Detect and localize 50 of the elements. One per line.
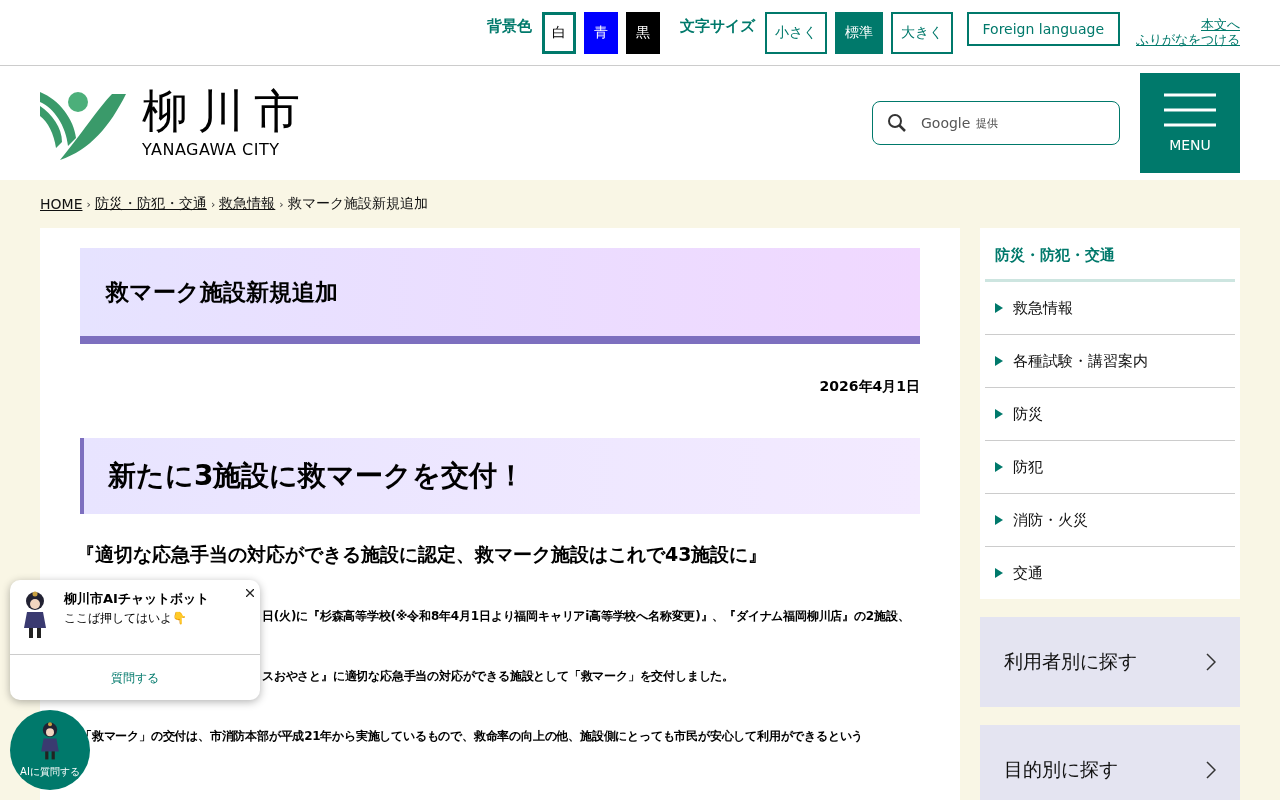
triangle-icon [995,462,1003,472]
finder-link[interactable]: 利用者別に探す [980,617,1240,707]
chatbot-title: 柳川市AIチャットボット [64,590,210,608]
breadcrumb-separator: › [210,197,216,211]
article-subheading: 『適切な応急手当の対応ができる施設に認定、救マーク施設はこれで43施設に』 [76,542,769,567]
side-nav-item[interactable]: 交通 [985,547,1235,599]
ask-button[interactable]: 質問する [105,669,165,688]
background-color-button[interactable]: 白 [541,11,576,54]
breadcrumb-separator: › [279,197,284,211]
background-color-button[interactable]: 青 [583,11,618,54]
search-icon [887,113,907,133]
font-size-label: 文字サイズ [679,17,755,36]
font-size-button[interactable]: 大きく [890,11,953,54]
side-nav-title: 防災・防犯・交通 [985,238,1235,282]
paragraph-line: 日(火)に『杉森高等学校(※令和8年4月1日より福岡キャリアi高等学校へ名称変更)』、『ダイナム福岡柳川店』の2施設、 [262,608,910,624]
current-page-label: 救マーク施設新規追加 [287,195,428,213]
page-title: 救マーク施設新規追加 [106,277,338,307]
side-nav-item[interactable]: 各種試験・講習案内 [985,335,1235,388]
triangle-icon [995,515,1003,525]
logo-subtitle: YANAGAWA CITY [142,139,281,159]
triangle-icon [995,409,1003,419]
breadcrumb-link[interactable]: HOME [40,196,83,212]
triangle-icon [995,568,1003,578]
font-size-button[interactable]: 標準 [834,11,883,54]
side-nav-item[interactable]: 防犯 [985,441,1235,494]
menu-button[interactable]: MENU [1140,73,1240,173]
publish-date: 2026年4月1日 [818,378,920,396]
chevron-icon [1206,761,1216,779]
paragraph-line: スおやさと』に適切な応急手当の対応ができる施設として「救マーク」を交付しました。 [262,668,734,684]
font-size-button[interactable]: 小さく [764,11,827,54]
chatbot-message: ここば押してはいよ👇 [64,610,188,627]
character-icon [38,721,62,761]
chevron-icon [1206,653,1216,671]
breadcrumb-separator: › [86,197,91,211]
logo-title: 柳川市 [142,87,310,134]
close-icon [246,589,254,597]
triangle-icon [995,303,1003,313]
breadcrumb-link[interactable]: 救急情報 [219,195,276,213]
article-heading: 新たに3施設に救マークを交付！ [108,458,526,494]
side-nav-item[interactable]: 救急情報 [985,282,1235,335]
search-field[interactable]: Google 提供 [872,101,1120,145]
menu-icon [1164,93,1216,127]
side-nav-item[interactable]: 消防・火災 [985,494,1235,547]
finder-link[interactable]: 目的別に探す [980,725,1240,800]
background-color-label: 背景色 [486,17,532,36]
breadcrumb-link[interactable]: 防災・防犯・交通 [94,195,207,213]
foreign-language-button[interactable]: Foreign language [966,11,1120,46]
side-nav-item[interactable]: 防災 [985,388,1235,441]
background-color-button[interactable]: 黒 [625,11,660,54]
triangle-icon [995,356,1003,366]
